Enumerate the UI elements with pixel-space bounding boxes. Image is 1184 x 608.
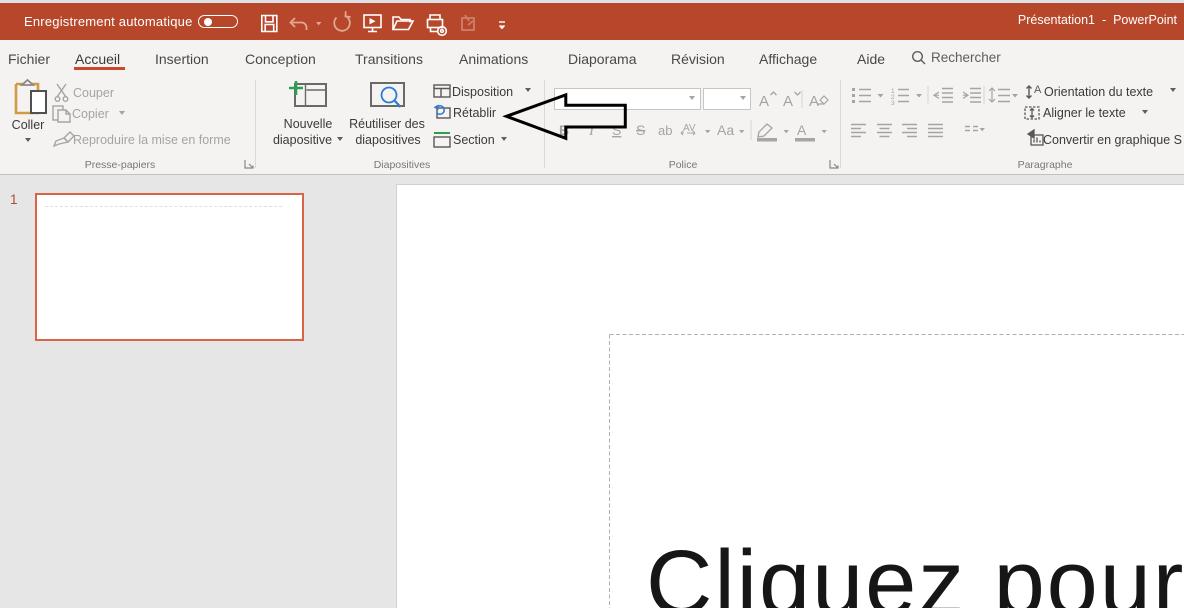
svg-text:A: A — [759, 93, 769, 110]
svg-text:3: 3 — [891, 100, 895, 107]
svg-text:ab: ab — [658, 123, 672, 138]
svg-text:A: A — [783, 93, 793, 110]
svg-text:A: A — [1034, 84, 1042, 96]
svg-text:Aa: Aa — [717, 122, 734, 138]
svg-text:A: A — [809, 93, 819, 110]
svg-text:A: A — [797, 122, 807, 138]
svg-text:S: S — [636, 122, 645, 138]
